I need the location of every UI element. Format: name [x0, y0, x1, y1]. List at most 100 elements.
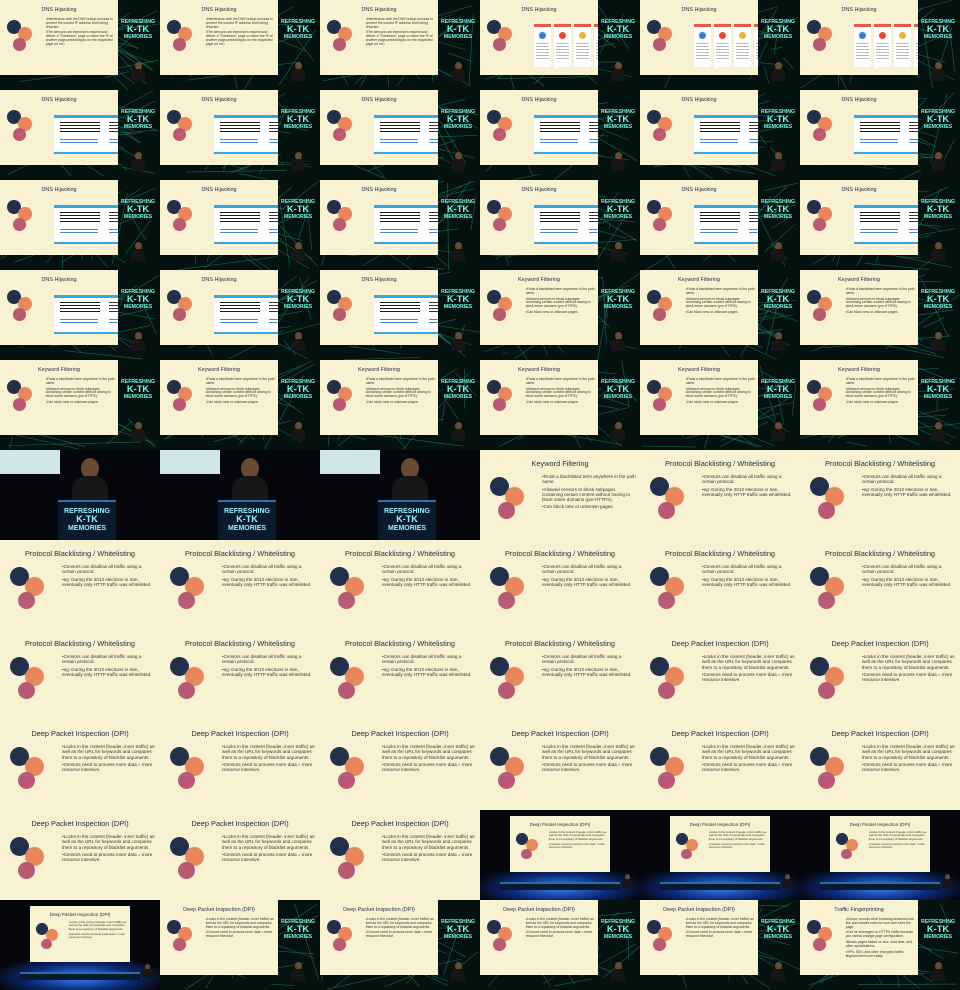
speaker-body	[942, 879, 953, 889]
dns-diagram	[534, 205, 598, 244]
example-card	[534, 24, 551, 67]
logo-line-3: MEMORIES	[923, 33, 953, 40]
example-card	[714, 24, 731, 67]
slide-title: Deep Packet Inspection (DPI)	[31, 819, 129, 828]
decor-circle-rose	[493, 938, 506, 951]
diagram-text-left	[380, 212, 420, 224]
card-text	[716, 43, 729, 61]
bullet-item: eg: During the 2013 elections in Iran, e…	[62, 577, 156, 588]
slide-title: DNS Hijacking	[41, 186, 77, 193]
speaker-body	[931, 249, 946, 262]
speaker-body	[291, 249, 306, 262]
slide: Protocol Blacklisting / Whitelisting Cens…	[0, 630, 160, 720]
speaker-body	[291, 159, 306, 172]
event-logo: REFRESHING K-TK MEMORIES	[121, 199, 155, 220]
decor-circle-rose	[13, 128, 26, 141]
diagram-link-right	[749, 139, 758, 144]
video-frame-thumbnail: Deep Packet Inspection (DPI) Looks in the…	[320, 900, 480, 990]
slide: Deep Packet Inspection (DPI) Looks in the…	[830, 816, 930, 872]
lectern: REFRESHING K-TK MEMORIES	[218, 500, 276, 540]
bullet-item: Looks in the content (header, inner traf…	[382, 744, 476, 760]
speaker-body	[622, 879, 633, 889]
bullet-item: eg: During the 2013 elections in Iran, e…	[382, 577, 476, 588]
slide: DNS Hijacking	[640, 180, 758, 255]
video-frame-thumbnail: Deep Packet Inspection (DPI) Looks in the…	[0, 810, 160, 900]
diagram-link-right	[109, 319, 118, 324]
diagram-text-right	[909, 212, 918, 222]
bullet-item: Allowed censors to block subpages contai…	[686, 297, 755, 310]
slide: Deep Packet Inspection (DPI) Looks in the…	[640, 720, 800, 810]
diagram-text-right	[589, 122, 598, 132]
slide-bullets: Finds a blacklisted term anywhere in the…	[846, 377, 915, 407]
decor-circle-rose	[18, 592, 35, 609]
slide-bullets: Finds a blacklisted term anywhere in the…	[686, 377, 755, 407]
speaker-body	[142, 969, 153, 979]
diagram-text-left	[220, 302, 260, 314]
diagram-text-right	[909, 122, 918, 132]
event-logo: REFRESHING K-TK MEMORIES	[441, 109, 475, 130]
slide: Deep Packet Inspection (DPI) Looks in the…	[480, 720, 640, 810]
diagram-text-left	[700, 212, 740, 224]
slide-bullets: Censors can disallow all traffic using a…	[542, 564, 636, 589]
slide-bullets: Looks in the content (header, inner traf…	[526, 917, 595, 942]
bullet-item: eg: During the 2013 elections in Iran, e…	[862, 577, 956, 588]
slide-bullets: Finds a blacklisted term anywhere in the…	[686, 287, 755, 317]
slide-title: Keyword Filtering	[357, 366, 400, 373]
logo-line-3: MEMORIES	[443, 393, 473, 400]
speaker-body	[291, 339, 306, 352]
logo-line-3: MEMORIES	[443, 33, 473, 40]
bullet-item: eg: During the 2013 elections in Iran, e…	[382, 667, 476, 678]
bullet-item: Allowed censors to block subpages contai…	[526, 297, 595, 310]
speaker-body	[611, 69, 626, 82]
diagram-text-right	[429, 122, 438, 132]
event-logo: REFRESHING K-TK MEMORIES	[441, 199, 475, 220]
diagram-link-right	[909, 229, 918, 234]
bullet-item: Censors need to process more data = more…	[366, 930, 435, 939]
event-logo: REFRESHING K-TK MEMORIES	[281, 109, 315, 130]
bullet-item: Censors can disallow all traffic using a…	[62, 654, 156, 665]
video-frame-thumbnail: REFRESHING K-TK MEMORIES	[160, 450, 320, 540]
slide: DNS Hijacking	[0, 270, 118, 345]
logo-line-3: MEMORIES	[283, 213, 313, 220]
slide-bullets: Looks in the content (header, inner traf…	[69, 920, 128, 942]
slide-bullets: Finds a blacklisted term anywhere in the…	[526, 287, 595, 317]
diagram-text-left	[220, 122, 260, 134]
slide: DNS Hijacking	[480, 180, 598, 255]
slide-title: Protocol Blacklisting / Whitelisting	[664, 459, 776, 468]
bullet-item: eg: During the 2013 elections in Iran, e…	[222, 577, 316, 588]
speaker-body	[131, 429, 146, 442]
decor-circle-rose	[813, 218, 826, 231]
slide: Deep Packet Inspection (DPI) Looks in the…	[160, 720, 320, 810]
slide: Protocol Blacklisting / Whitelisting Cens…	[0, 540, 160, 630]
slide-title: DNS Hijacking	[521, 6, 557, 13]
slide: Protocol Blacklisting / Whitelisting Cens…	[800, 540, 960, 630]
video-frame-thumbnail: Deep Packet Inspection (DPI) Looks in the…	[320, 720, 480, 810]
diagram-text-right	[749, 122, 758, 132]
slide-bullets: Looks in the content (header, inner traf…	[549, 830, 608, 852]
bullet-item: Looks in the content (header, inner traf…	[709, 830, 768, 841]
slide: Protocol Blacklisting / Whitelisting Cens…	[160, 630, 320, 720]
logo-line-3: MEMORIES	[603, 33, 633, 40]
slide-title: DNS Hijacking	[681, 96, 717, 103]
slide-title: Deep Packet Inspection (DPI)	[849, 821, 911, 827]
projection-screen	[160, 450, 220, 474]
card-text	[696, 43, 709, 61]
logo-line-3: MEMORIES	[923, 393, 953, 400]
slide-title: Deep Packet Inspection (DPI)	[191, 729, 289, 738]
bullet-item: eg: During the 2013 elections in Iran, e…	[222, 667, 316, 678]
logo-line-3: MEMORIES	[123, 123, 153, 130]
video-frame-thumbnail: Keyword Filtering Finds a blacklisted ter…	[800, 270, 960, 360]
logo-line-3: MEMORIES	[603, 393, 633, 400]
card-text	[916, 43, 918, 61]
bullet-item: Can block new or unknown pages.	[46, 400, 115, 405]
decor-circle-rose	[521, 848, 532, 860]
video-frame-thumbnail: Protocol Blacklisting / Whitelisting Cens…	[800, 540, 960, 630]
slide-title: Deep Packet Inspection (DPI)	[351, 819, 449, 828]
bullet-item: eg: During the 2013 elections in Iran, e…	[542, 667, 636, 678]
diagram-link-left	[540, 139, 578, 144]
event-logo: REFRESHING K-TK MEMORIES	[761, 289, 795, 310]
slide: DNS Hijacking	[320, 90, 438, 165]
diagram-link-right	[429, 139, 438, 144]
bullet-item: Censors need to process more data = more…	[222, 762, 316, 773]
slide: Deep Packet Inspection (DPI) Looks in the…	[670, 816, 770, 872]
